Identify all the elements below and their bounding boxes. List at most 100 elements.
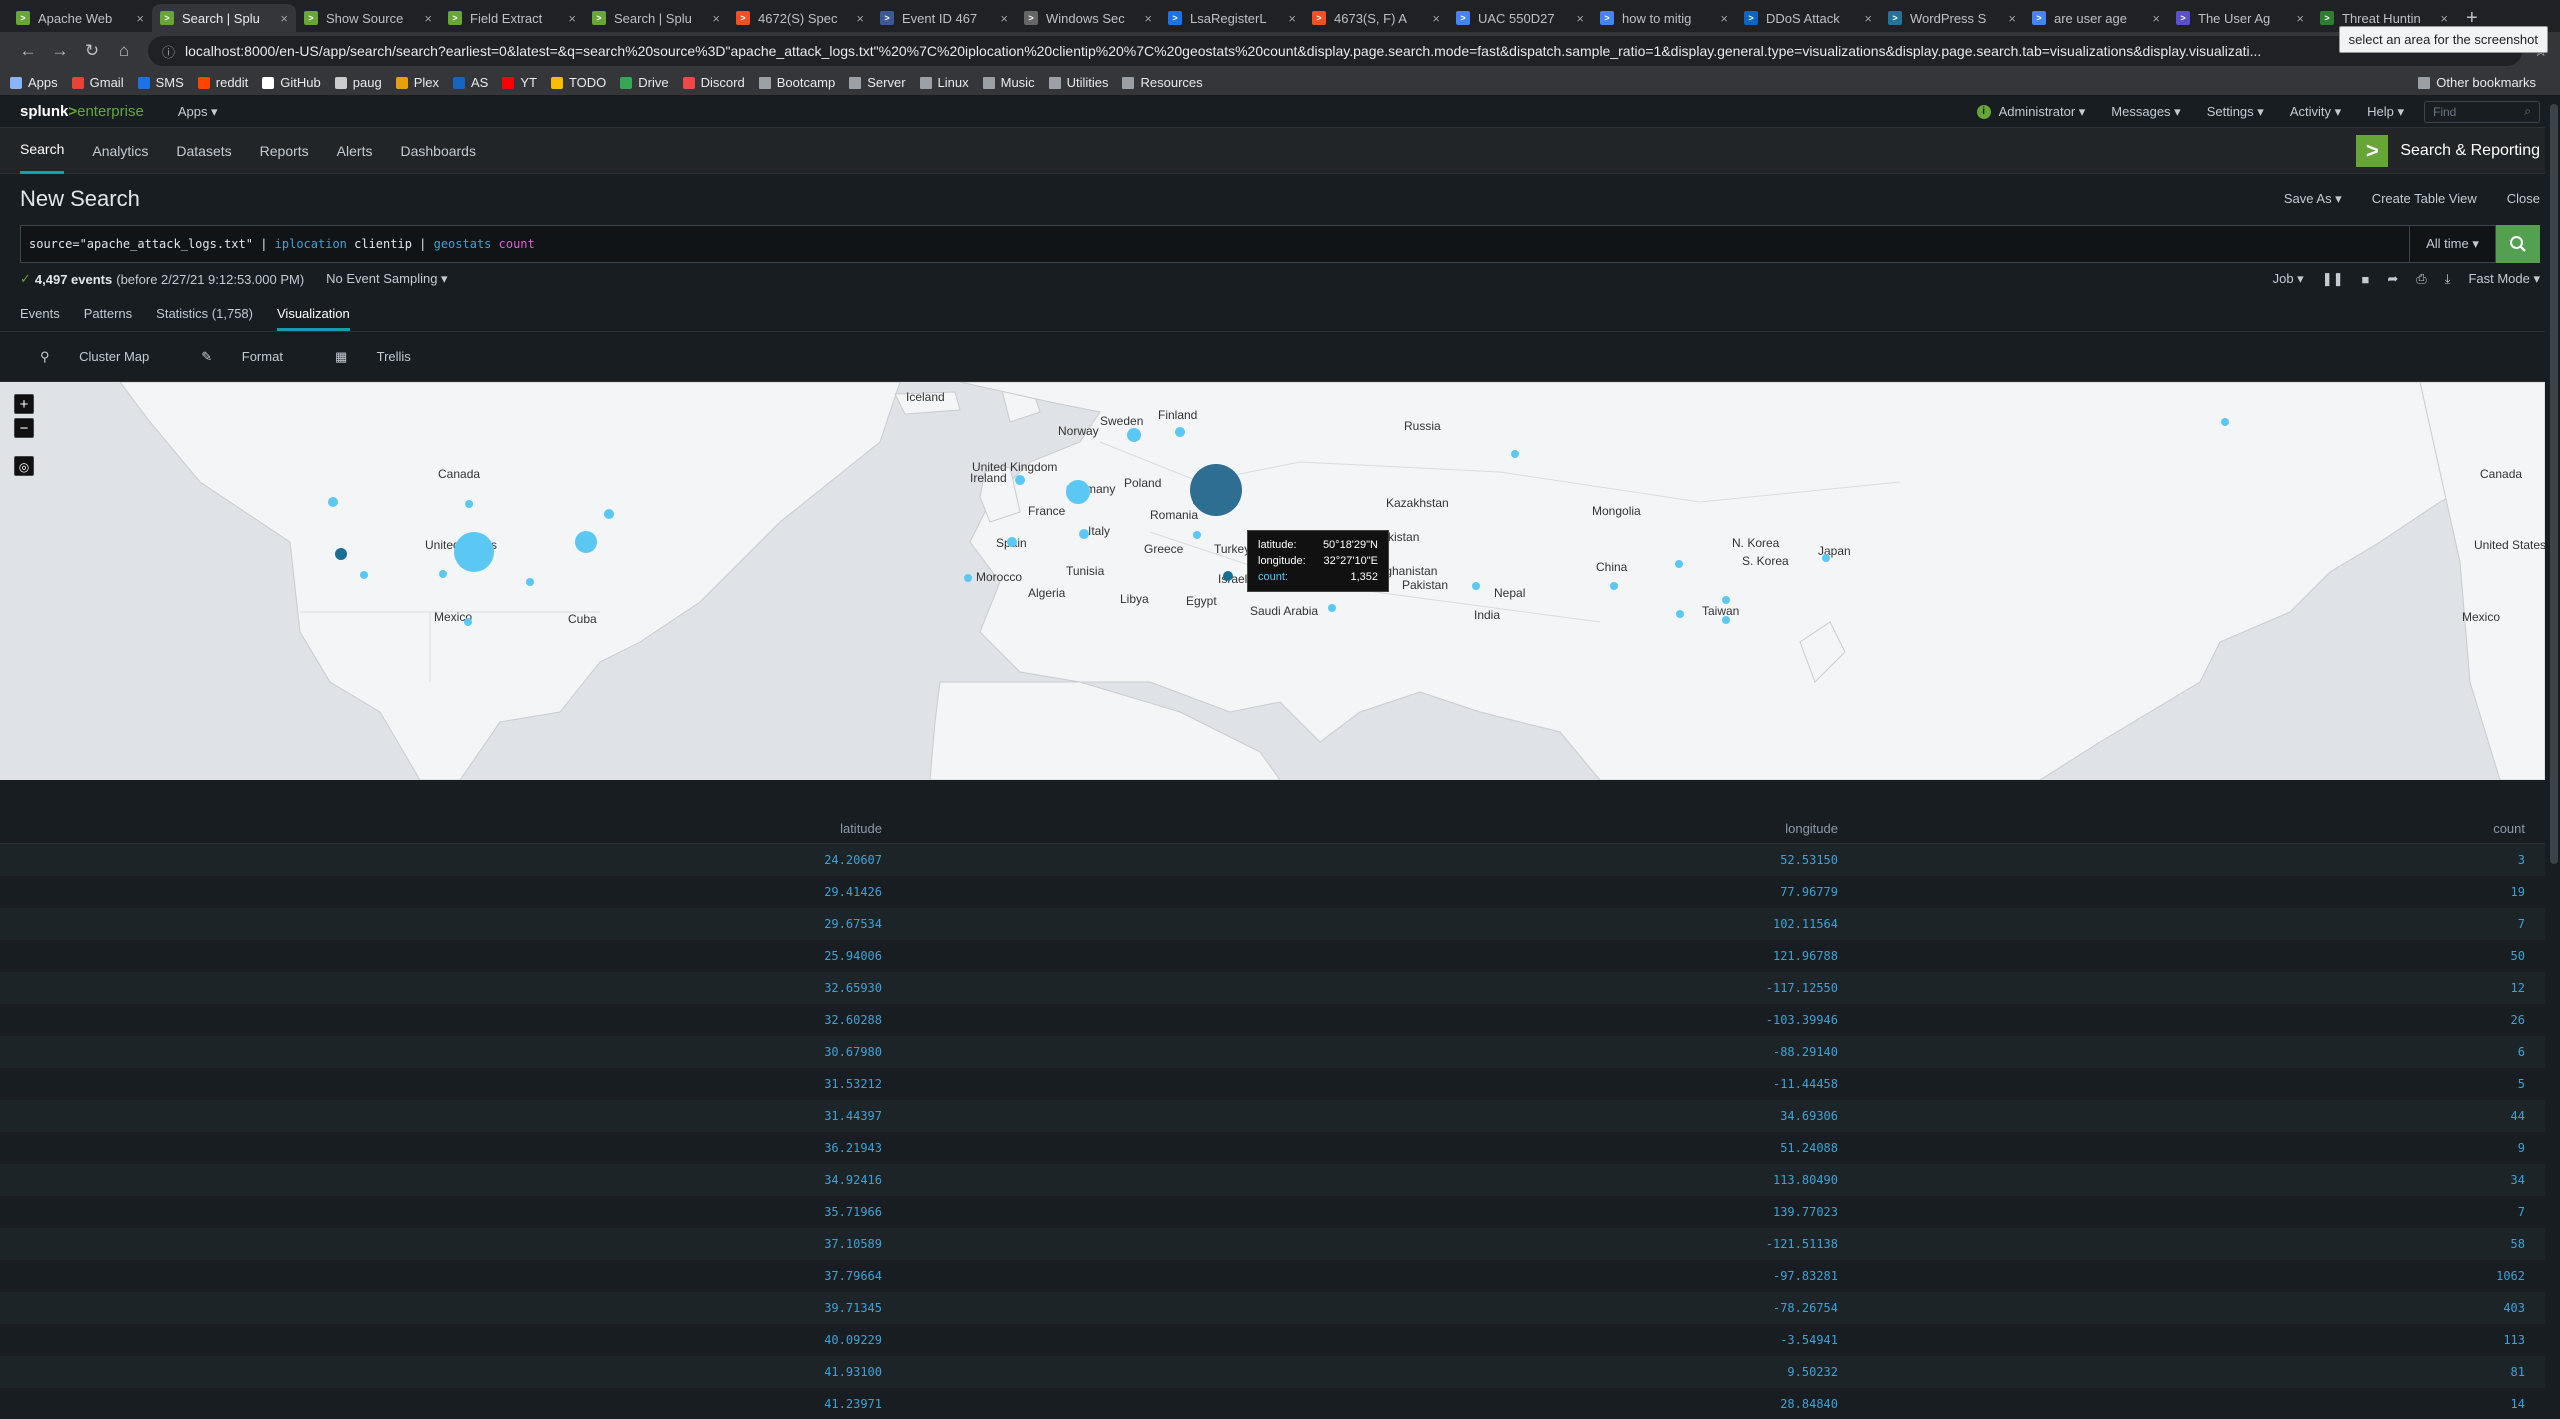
table-row[interactable]: 31.44397 34.69306 44 [0, 1100, 2545, 1132]
search-input[interactable]: source="apache_attack_logs.txt" | iploca… [20, 225, 2410, 263]
table-row[interactable]: 40.09229 -3.54941 113 [0, 1324, 2545, 1356]
title-action-0[interactable]: Save As ▾ [2284, 191, 2342, 207]
browser-tab[interactable]: > Windows Sec × [1016, 4, 1160, 32]
bookmark-bootcamp[interactable]: Bootcamp [758, 75, 835, 90]
tab-visualization[interactable]: Visualization [277, 306, 350, 331]
back-arrow-icon[interactable]: ← [12, 41, 44, 61]
bookmark-utilities[interactable]: Utilities [1048, 75, 1108, 90]
close-tab-icon[interactable]: × [1576, 11, 1584, 26]
cluster-map-selector[interactable]: ⚲ Cluster Map [40, 349, 175, 365]
bookmark-as[interactable]: AS [452, 75, 488, 90]
browser-tab[interactable]: > Field Extract × [440, 4, 584, 32]
map-cluster-bubble[interactable] [526, 578, 534, 586]
browser-tab[interactable]: > Search | Splu × [152, 4, 296, 32]
info-icon[interactable]: ⓘ [162, 42, 175, 61]
bookmark-todo[interactable]: TODO [550, 75, 606, 90]
map-cluster-bubble[interactable] [360, 571, 368, 579]
bookmark-gmail[interactable]: Gmail [71, 75, 124, 90]
print-icon[interactable]: ⎙ [2416, 271, 2426, 287]
close-tab-icon[interactable]: × [856, 11, 864, 26]
title-action-1[interactable]: Create Table View [2372, 191, 2477, 207]
share-icon[interactable]: ➦ [2387, 271, 2398, 287]
table-row[interactable]: 41.23971 28.84840 14 [0, 1388, 2545, 1419]
map-cluster-bubble[interactable] [1328, 604, 1336, 612]
pause-icon[interactable]: ❚❚ [2322, 271, 2344, 287]
map-cluster-bubble[interactable] [1175, 427, 1185, 437]
header-longitude[interactable]: longitude [882, 821, 1838, 836]
browser-tab[interactable]: > how to mitig × [1592, 4, 1736, 32]
map-cluster-bubble[interactable] [1676, 610, 1684, 618]
map-cluster-bubble[interactable] [604, 509, 614, 519]
map-cluster-bubble[interactable] [464, 618, 472, 626]
app-brand[interactable]: > Search & Reporting [2356, 134, 2540, 167]
bookmark-discord[interactable]: Discord [682, 75, 745, 90]
map-cluster-bubble[interactable] [439, 570, 447, 578]
map-cluster-bubble[interactable] [1079, 529, 1089, 539]
stop-icon[interactable]: ■ [2362, 272, 2370, 287]
map-cluster-bubble[interactable] [1472, 582, 1480, 590]
bookmark-sms[interactable]: SMS [137, 75, 184, 90]
header-count[interactable]: count [1838, 821, 2525, 836]
reset-view-icon[interactable]: ◎ [14, 456, 34, 476]
export-icon[interactable]: ⤓ [2445, 271, 2451, 287]
browser-tab[interactable]: > Event ID 467 × [872, 4, 1016, 32]
nav-search[interactable]: Search [20, 128, 65, 174]
search-mode-dropdown[interactable]: Fast Mode ▾ [2468, 271, 2540, 287]
close-tab-icon[interactable]: × [1864, 11, 1872, 26]
close-tab-icon[interactable]: × [1000, 11, 1008, 26]
top-menu-administrator[interactable]: Administrator ▾ [1999, 104, 2086, 120]
table-row[interactable]: 25.94006 121.96788 50 [0, 940, 2545, 972]
bookmark-resources[interactable]: Resources [1122, 75, 1203, 90]
close-tab-icon[interactable]: × [1720, 11, 1728, 26]
apps-menu[interactable]: Apps ▾ [178, 104, 218, 120]
table-row[interactable]: 32.60288 -103.39946 26 [0, 1004, 2545, 1036]
map-cluster-bubble[interactable] [1511, 450, 1519, 458]
nav-analytics[interactable]: Analytics [92, 128, 148, 174]
map-cluster-bubble[interactable] [1722, 596, 1730, 604]
top-menu-messages[interactable]: Messages ▾ [2111, 104, 2180, 120]
map-cluster-bubble[interactable] [335, 548, 347, 560]
table-row[interactable]: 39.71345 -78.26754 403 [0, 1292, 2545, 1324]
table-row[interactable]: 35.71966 139.77023 7 [0, 1196, 2545, 1228]
close-tab-icon[interactable]: × [280, 11, 288, 26]
map-cluster-bubble[interactable] [1190, 464, 1242, 516]
cluster-map[interactable]: + − ◎ Iceland Sweden Finland Norway Russia Un… [0, 382, 2560, 780]
browser-tab[interactable]: > DDoS Attack × [1736, 4, 1880, 32]
browser-tab[interactable]: > LsaRegisterL × [1160, 4, 1304, 32]
map-cluster-bubble[interactable] [1127, 428, 1141, 442]
tab-statistics[interactable]: Statistics (1,758) [156, 306, 253, 331]
page-scrollbar[interactable] [2545, 104, 2560, 1419]
browser-tab[interactable]: >4673(S, F) A × [1304, 4, 1448, 32]
close-tab-icon[interactable]: × [424, 11, 432, 26]
map-cluster-bubble[interactable] [1223, 571, 1233, 581]
close-tab-icon[interactable]: × [1288, 11, 1296, 26]
format-button[interactable]: ✎ Format [201, 349, 309, 365]
map-cluster-bubble[interactable] [465, 500, 473, 508]
bookmark-yt[interactable]: YT [502, 75, 537, 90]
close-tab-icon[interactable]: × [712, 11, 720, 26]
trellis-button[interactable]: ▦ Trellis [335, 349, 437, 365]
map-cluster-bubble[interactable] [1722, 616, 1730, 624]
map-cluster-bubble[interactable] [575, 531, 597, 553]
home-icon[interactable]: ⌂ [108, 41, 140, 61]
map-cluster-bubble[interactable] [1822, 554, 1830, 562]
bookmark-drive[interactable]: Drive [620, 75, 669, 90]
browser-tab[interactable]: > Apache Web × [8, 4, 152, 32]
bookmark-plex[interactable]: Plex [395, 75, 439, 90]
table-row[interactable]: 41.93100 9.50232 81 [0, 1356, 2545, 1388]
browser-tab[interactable]: > WordPress S × [1880, 4, 2024, 32]
close-tab-icon[interactable]: × [1144, 11, 1152, 26]
close-tab-icon[interactable]: × [2008, 11, 2016, 26]
table-row[interactable]: 37.10589 -121.51138 58 [0, 1228, 2545, 1260]
scrollbar-thumb[interactable] [2550, 104, 2558, 864]
table-row[interactable]: 29.41426 77.96779 19 [0, 876, 2545, 908]
table-row[interactable]: 30.67980 -88.29140 6 [0, 1036, 2545, 1068]
bookmark-reddit[interactable]: reddit [197, 75, 248, 90]
map-cluster-bubble[interactable] [328, 497, 338, 507]
map-cluster-bubble[interactable] [964, 574, 972, 582]
browser-tab[interactable]: > UAC 550D27 × [1448, 4, 1592, 32]
bookmark-paug[interactable]: paug [334, 75, 382, 90]
table-row[interactable]: 29.67534 102.11564 7 [0, 908, 2545, 940]
top-menu-activity[interactable]: Activity ▾ [2290, 104, 2341, 120]
bookmark-github[interactable]: GitHub [262, 75, 321, 90]
